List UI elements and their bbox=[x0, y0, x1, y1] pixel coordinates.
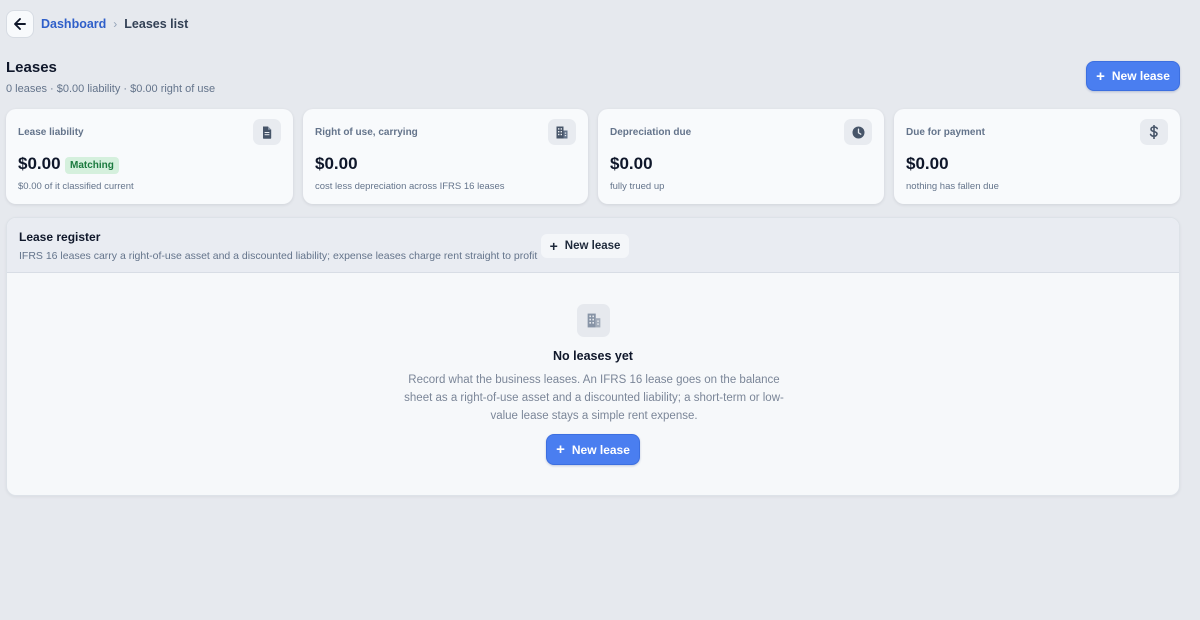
empty-state-title: No leases yet bbox=[553, 349, 633, 363]
clock-icon bbox=[852, 126, 864, 138]
card-icon-box bbox=[1140, 119, 1168, 145]
breadcrumb-dashboard-link[interactable]: Dashboard bbox=[41, 17, 106, 31]
breadcrumb-separator: › bbox=[113, 17, 118, 31]
empty-state-new-lease-label: New lease bbox=[571, 442, 630, 457]
breadcrumb-current: Leases list bbox=[124, 17, 189, 31]
empty-state-new-lease-button[interactable]: + New lease bbox=[546, 434, 640, 465]
building-icon bbox=[587, 313, 600, 328]
page-title: Leases bbox=[6, 59, 57, 76]
arrow-left-icon bbox=[14, 18, 26, 30]
register-new-lease-button[interactable]: + New lease bbox=[541, 234, 629, 258]
card-label: Due for payment bbox=[906, 127, 985, 138]
new-lease-button-label: New lease bbox=[1111, 69, 1170, 83]
card-value: $0.00 bbox=[18, 154, 61, 173]
plus-icon: + bbox=[556, 441, 565, 458]
building-icon bbox=[556, 126, 568, 138]
card-value: $0.00 bbox=[610, 154, 653, 173]
card-value: $0.00 bbox=[315, 154, 358, 173]
card-value: $0.00 bbox=[906, 154, 949, 173]
card-icon-box bbox=[253, 119, 281, 145]
plus-icon: + bbox=[1096, 67, 1105, 85]
due-for-payment-card: Due for payment $0.00 nothing has fallen… bbox=[894, 109, 1180, 204]
card-subtext: nothing has fallen due bbox=[906, 181, 999, 192]
card-label: Lease liability bbox=[18, 127, 84, 138]
right-of-use-card: Right of use, carrying $0.00 cost less d… bbox=[303, 109, 588, 204]
lease-register-description: IFRS 16 leases carry a right-of-use asse… bbox=[19, 250, 538, 262]
register-new-lease-label: New lease bbox=[564, 240, 621, 252]
plus-icon: + bbox=[549, 238, 558, 254]
lease-register-header: Lease register IFRS 16 leases carry a ri… bbox=[7, 218, 1179, 273]
matching-badge: Matching bbox=[65, 157, 119, 174]
lease-register-title: Lease register bbox=[19, 230, 101, 244]
new-lease-button[interactable]: + New lease bbox=[1086, 61, 1180, 91]
back-button[interactable] bbox=[6, 10, 34, 38]
depreciation-due-card: Depreciation due $0.00 fully trued up bbox=[598, 109, 884, 204]
breadcrumb: Dashboard › Leases list bbox=[6, 10, 188, 38]
card-icon-box bbox=[548, 119, 576, 145]
lease-liability-card: Lease liability $0.00 Matching $0.00 of … bbox=[6, 109, 293, 204]
page-summary: 0 leases · $0.00 liability · $0.00 right… bbox=[6, 83, 216, 95]
empty-state-description: Record what the business leases. An IFRS… bbox=[404, 374, 784, 422]
document-icon bbox=[263, 126, 272, 139]
lease-register-panel: Lease register IFRS 16 leases carry a ri… bbox=[6, 217, 1180, 496]
leases-page: Dashboard › Leases list Leases 0 leases … bbox=[0, 0, 1200, 620]
card-icon-box bbox=[844, 119, 872, 145]
empty-state-icon-box bbox=[577, 304, 610, 337]
card-subtext: fully trued up bbox=[610, 181, 665, 192]
card-label: Right of use, carrying bbox=[315, 127, 418, 138]
card-subtext: cost less depreciation across IFRS 16 le… bbox=[315, 181, 505, 192]
card-subtext: $0.00 of it classified current bbox=[18, 181, 134, 192]
dollar-icon bbox=[1149, 125, 1158, 139]
card-label: Depreciation due bbox=[610, 127, 692, 138]
